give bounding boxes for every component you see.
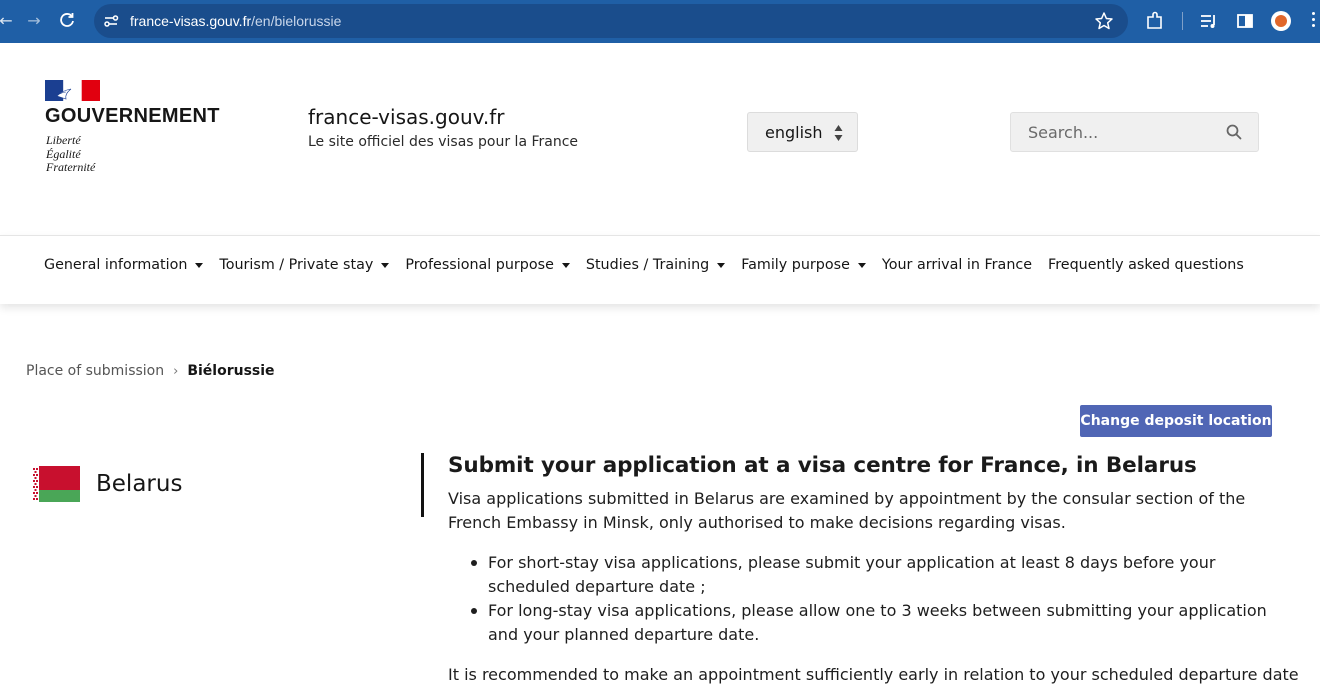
motto-liberte: Liberté [46,133,81,147]
title-accent-bar [421,453,424,517]
address-bar[interactable]: france-visas.gouv.fr/en/bielorussie [94,4,1128,38]
appointment-recommendation: It is recommended to make an appointment… [448,665,1299,684]
republic-motto: Liberté Égalité Fraternité [46,133,96,175]
nav-item-tourism[interactable]: Tourism / Private stay [219,257,390,273]
site-name-link[interactable]: france-visas.gouv.fr [308,105,505,129]
nav-item-label: General information [44,257,188,273]
marianne-logo-icon [45,80,100,101]
breadcrumb: Place of submission › Biélorussie [26,363,275,379]
country-header: Belarus [32,466,182,502]
caret-down-icon [857,262,866,268]
nav-item-studies[interactable]: Studies / Training [585,257,726,273]
extensions-icon[interactable] [1144,10,1166,32]
caret-down-icon [195,262,204,268]
forward-arrow-icon[interactable]: → [22,9,46,33]
nav-item-general-information[interactable]: General information [44,257,204,273]
browser-menu-icon[interactable] [1312,12,1316,30]
nav-item-label: Family purpose [741,257,850,273]
deadline-list: For short-stay visa applications, please… [471,551,1278,647]
side-panel-icon[interactable] [1234,10,1256,32]
search-box[interactable] [1010,112,1259,152]
list-item: For long-stay visa applications, please … [471,599,1278,647]
caret-down-icon [381,262,390,268]
media-queue-icon[interactable] [1198,10,1220,32]
caret-down-icon [561,262,570,268]
change-deposit-location-button[interactable]: Change deposit location [1080,405,1272,437]
reload-icon[interactable] [55,9,79,33]
list-item: For short-stay visa applications, please… [471,551,1278,599]
nav-item-family[interactable]: Family purpose [741,257,866,273]
nav-item-label: Tourism / Private stay [219,257,374,273]
main-nav-list: General information Tourism / Private st… [44,257,1260,273]
url-host: france-visas.gouv.fr [130,13,252,29]
belarus-flag-icon [32,466,80,502]
breadcrumb-separator: › [173,363,179,379]
caret-down-icon [717,262,726,268]
breadcrumb-current: Biélorussie [187,363,275,379]
profile-avatar[interactable] [1271,11,1291,31]
site-info-icon[interactable] [102,12,120,30]
article-intro: Visa applications submitted in Belarus a… [448,489,1246,532]
motto-fraternite: Fraternité [46,160,96,174]
url-path: /en/bielorussie [251,13,342,29]
breadcrumb-place-of-submission[interactable]: Place of submission [26,363,164,379]
country-name: Belarus [96,471,183,497]
browser-toolbar: ← → france-visas.gouv.fr/en/bielorussie [0,0,1320,43]
nav-item-faq[interactable]: Frequently asked questions [1048,257,1244,273]
motto-egalite: Égalité [46,146,81,161]
nav-item-label: Your arrival in France [881,257,1033,273]
back-arrow-icon[interactable]: ← [0,9,18,33]
site-header: GOUVERNEMENT Liberté Égalité Fraternité … [0,43,1320,235]
search-icon[interactable] [1226,124,1242,140]
bookmark-star-icon[interactable] [1094,11,1114,31]
nav-item-label: Frequently asked questions [1048,257,1244,273]
nav-item-label: Professional purpose [405,257,554,273]
government-title: GOUVERNEMENT [45,105,220,127]
nav-item-professional[interactable]: Professional purpose [405,257,570,273]
language-select-value: english [765,123,823,142]
select-arrows-icon [834,125,843,141]
language-select[interactable]: english [747,112,858,152]
url-text[interactable]: france-visas.gouv.fr/en/bielorussie [130,12,341,30]
toolbar-divider [1182,12,1183,30]
nav-item-label: Studies / Training [585,257,710,273]
main-navigation: General information Tourism / Private st… [0,235,1320,304]
search-input[interactable] [1011,113,1216,151]
article-title: Submit your application at a visa centre… [448,453,1197,478]
nav-item-arrival[interactable]: Your arrival in France [882,257,1032,273]
site-tagline: Le site officiel des visas pour la Franc… [308,134,579,150]
